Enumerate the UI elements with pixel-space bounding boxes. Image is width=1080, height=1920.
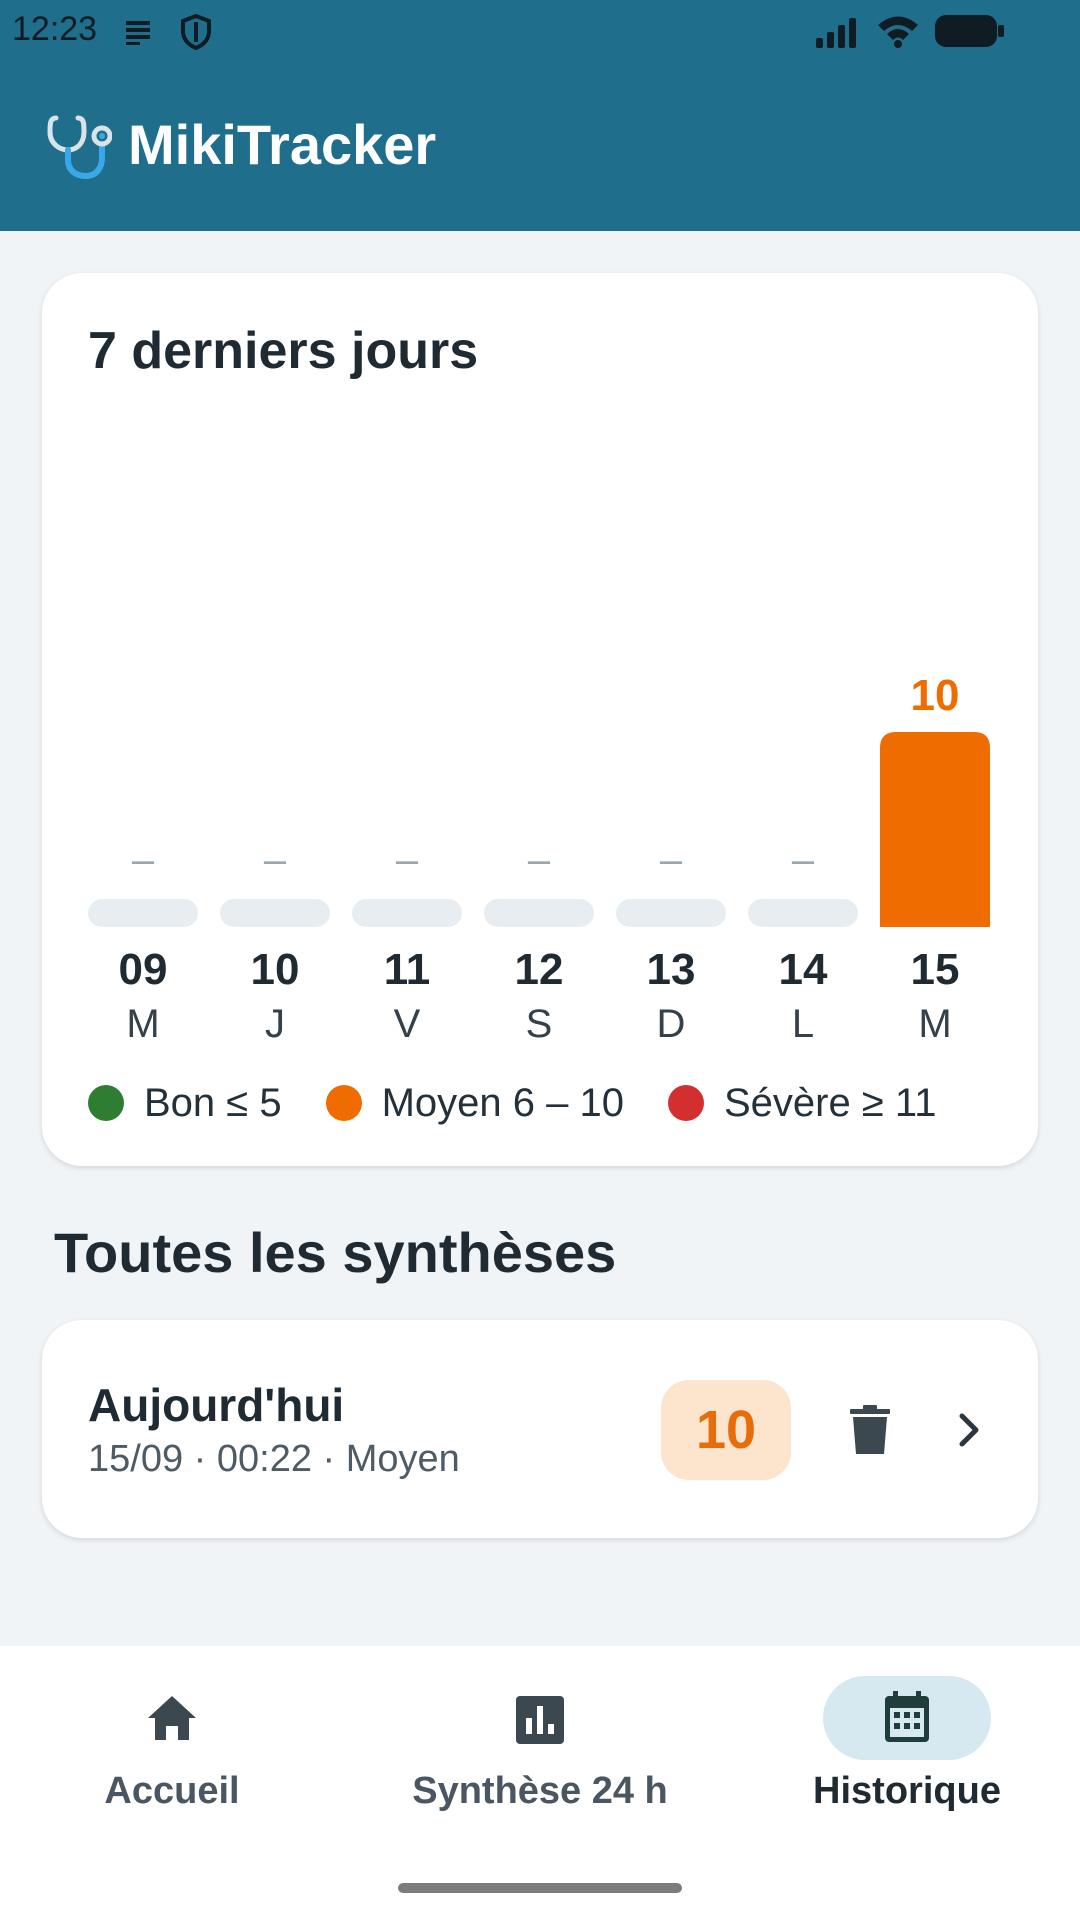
synthesis-entry-card[interactable]: Aujourd'hui 15/09 · 00:22 · Moyen 10 — [42, 1320, 1038, 1538]
battery-icon — [934, 14, 1006, 53]
weekday-letter-label: M — [126, 1002, 159, 1046]
day-number-label: 10 — [251, 945, 300, 994]
bar-value-label: – — [660, 838, 683, 882]
weekly-bar-chart: – 09 M – 10 J – 11 V – 12 S – 13 D – 14 L 10 15 M — [88, 671, 990, 1046]
bar-value-label: – — [132, 838, 155, 882]
chart-card: 7 derniers jours –09 M –10 J –11 V –12 S –13 D –14… — [42, 273, 1038, 1166]
day-number-label: 15 — [911, 945, 960, 994]
bar-chart-icon — [514, 1694, 566, 1751]
empty-bar — [88, 899, 198, 927]
nav-label: Synthèse 24 h — [412, 1770, 668, 1812]
day-number-label: 09 — [119, 945, 168, 994]
value-bar — [880, 732, 990, 927]
weekday-letter-label: S — [526, 1002, 553, 1046]
home-icon — [144, 1692, 200, 1749]
legend-item-severe: Sévère ≥ 11 — [668, 1081, 936, 1126]
legend-item-moyen: Moyen 6 – 10 — [325, 1080, 624, 1126]
empty-bar — [616, 899, 726, 927]
legend-label: Moyen 6 – 10 — [381, 1080, 624, 1125]
wifi-icon — [876, 14, 920, 53]
legend-dot-green — [88, 1085, 124, 1121]
nav-item-historique[interactable]: Historique — [790, 1646, 1024, 1846]
bar-value-label: 10 — [911, 671, 960, 720]
day-number-label: 13 — [647, 945, 696, 994]
nav-label: Accueil — [104, 1770, 240, 1812]
home-indicator — [398, 1883, 682, 1893]
bar-value-label: – — [528, 838, 551, 882]
bar-value-label: – — [396, 838, 419, 882]
legend-item-bon: Bon ≤ 5 — [88, 1081, 282, 1126]
stethoscope-icon — [46, 112, 113, 185]
calendar-icon — [883, 1690, 931, 1749]
legend-label: Bon ≤ 5 — [144, 1080, 282, 1125]
entry-title: Aujourd'hui — [88, 1379, 345, 1431]
day-number-label: 12 — [515, 945, 564, 994]
signal-icon — [814, 16, 860, 53]
nav-label: Historique — [813, 1770, 1001, 1812]
bar-value-label: – — [264, 838, 287, 882]
app-title: MikiTracker — [128, 113, 437, 176]
empty-bar — [220, 899, 330, 927]
shield-icon — [180, 13, 212, 55]
entry-subtitle: 15/09 · 00:22 · Moyen — [88, 1438, 460, 1480]
empty-bar — [748, 899, 858, 927]
top-bar: 12:23 MikiTracker — [0, 0, 1080, 231]
nav-item-synthese[interactable]: Synthèse 24 h — [390, 1646, 690, 1846]
legend-dot-orange — [325, 1085, 362, 1121]
score-badge: 10 — [661, 1380, 791, 1480]
chart-legend: Bon ≤ 5 Moyen 6 – 10 Sévère ≥ 11 — [88, 1073, 936, 1133]
weekday-letter-label: M — [918, 1002, 951, 1046]
weekday-letter-label: J — [265, 1002, 285, 1046]
notes-icon — [124, 18, 154, 51]
empty-bar — [484, 899, 594, 927]
chevron-right-icon[interactable] — [942, 1402, 998, 1458]
day-number-label: 14 — [779, 945, 828, 994]
legend-label: Sévère ≥ 11 — [724, 1080, 937, 1125]
empty-bar — [352, 899, 462, 927]
legend-dot-red — [668, 1085, 704, 1121]
section-title: Toutes les synthèses — [54, 1221, 617, 1284]
day-number-label: 11 — [384, 945, 431, 994]
trash-icon[interactable] — [842, 1402, 898, 1458]
nav-item-accueil[interactable]: Accueil — [40, 1646, 304, 1846]
weekday-letter-label: V — [394, 1002, 421, 1046]
weekday-letter-label: D — [657, 1002, 686, 1046]
status-bar: 12:23 — [0, 0, 1080, 62]
bar-value-label: – — [792, 838, 815, 882]
bottom-navigation: Accueil Synthèse 24 h Historique — [0, 1646, 1080, 1920]
weekday-letter-label: L — [792, 1002, 814, 1046]
status-time: 12:23 — [12, 10, 98, 48]
